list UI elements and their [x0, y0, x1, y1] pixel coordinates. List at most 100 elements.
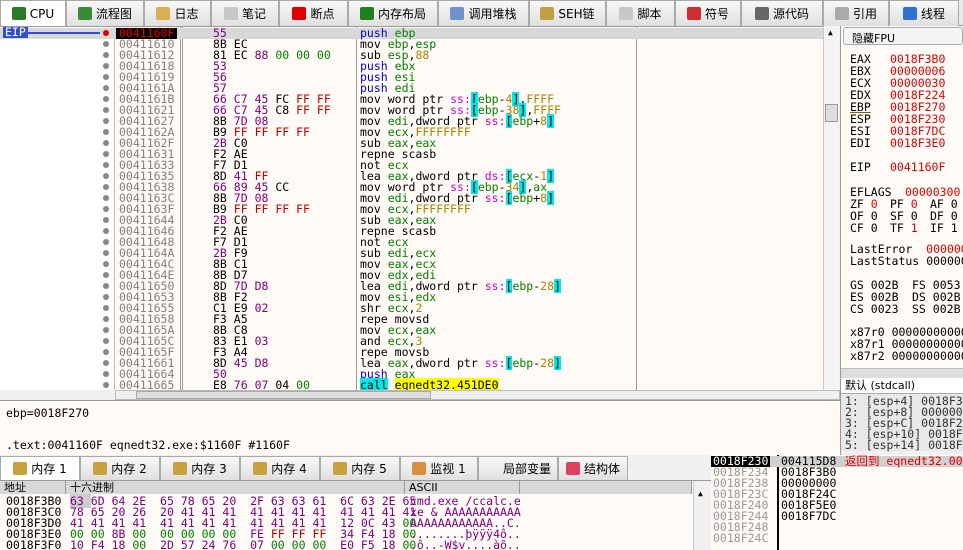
byte[interactable]: 57 — [181, 538, 202, 550]
breakpoint-dot[interactable] — [103, 63, 109, 69]
disassembly-horizontal-scrollbar[interactable] — [115, 390, 840, 400]
byte[interactable]: 18 — [382, 538, 403, 550]
breakpoint-dot[interactable] — [103, 371, 109, 377]
register-value[interactable]: 0018F3E0 — [890, 136, 945, 150]
segment-cs[interactable]: CS 0023 — [850, 303, 912, 315]
stack-view[interactable]: 0018F230 004115D8 返回到 eqnedt32.00 0018F234 0… — [711, 455, 963, 550]
breakpoint-dot[interactable] — [103, 316, 109, 322]
breakpoint-dot[interactable] — [103, 239, 109, 245]
breakpoint-dot[interactable] — [103, 140, 109, 146]
byte[interactable]: 07 — [250, 538, 271, 550]
byte[interactable]: 00 — [271, 538, 292, 550]
hide-fpu-button[interactable]: 隐藏FPU — [843, 27, 963, 45]
tab-dump-7[interactable]: 局部变量 — [478, 456, 558, 480]
byte[interactable]: 76 — [222, 538, 250, 550]
tab-dump-4[interactable]: 内存 4 — [240, 456, 320, 480]
breakpoint-dot[interactable] — [103, 85, 109, 91]
tab-seh[interactable]: SEH链 — [529, 0, 606, 26]
breakpoint-dot[interactable] — [103, 173, 109, 179]
breakpoint-dot[interactable] — [103, 107, 109, 113]
breakpoint-dot[interactable] — [103, 129, 109, 135]
breakpoint-dot[interactable] — [103, 30, 109, 36]
breakpoint-dot[interactable] — [103, 283, 109, 289]
breakpoint-dot[interactable] — [103, 52, 109, 58]
scroll-thumb[interactable] — [825, 104, 838, 122]
register-eip[interactable]: EIP 0041160F — [850, 161, 945, 173]
breakpoint-dot[interactable] — [103, 195, 109, 201]
bytes: E8 76 07 04 00 — [213, 379, 310, 390]
byte[interactable]: 2D — [160, 538, 181, 550]
tab-dump-6[interactable]: 监视 1 — [400, 456, 478, 480]
breakpoint-dot[interactable] — [103, 349, 109, 355]
segment-ss[interactable]: SS 002B — [912, 303, 963, 315]
breakpoint-dot[interactable] — [103, 327, 109, 333]
tab-notes[interactable]: 笔记 — [211, 0, 279, 26]
byte[interactable]: F5 — [361, 538, 382, 550]
register-value[interactable]: 0041160F — [890, 160, 945, 174]
breakpoint-dot[interactable] — [103, 217, 109, 223]
tab-log[interactable]: 日志 — [144, 0, 211, 26]
breakpoint-dot[interactable] — [103, 228, 109, 234]
byte[interactable]: 00 — [312, 538, 340, 550]
breakpoint-dot[interactable] — [103, 41, 109, 47]
call-target[interactable]: eqnedt32.451DE0 — [394, 378, 499, 390]
tab-dump-5[interactable]: 内存 5 — [320, 456, 400, 480]
tab-dump-8[interactable]: 结构体 — [558, 456, 628, 480]
breakpoint-dot[interactable] — [103, 162, 109, 168]
breakpoint-dot[interactable] — [103, 338, 109, 344]
disasm-row[interactable]: 00411665 E8 76 07 04 00 call eqnedt32.451D… — [0, 378, 823, 390]
tab-search[interactable]: 引用 — [823, 0, 889, 26]
calling-convention-select[interactable]: 默认 (stdcall) — [841, 378, 963, 394]
tab-dump-1[interactable]: 内存 1 — [0, 456, 80, 480]
dump-row[interactable]: 0018F3F0 10 F4 18 00 2D 57 24 76 07 00 00… — [0, 538, 693, 550]
breakpoint-dot[interactable] — [103, 206, 109, 212]
breakpoint-dot[interactable] — [103, 96, 109, 102]
stack-row[interactable]: 0018F24C — [711, 532, 963, 544]
tab-dump-2[interactable]: 内存 2 — [80, 456, 160, 480]
locals-icon — [485, 462, 499, 475]
byte[interactable]: 00 — [292, 538, 313, 550]
tab-symbol[interactable]: 符号 — [675, 0, 741, 26]
breakpoint-dot[interactable] — [103, 294, 109, 300]
tab-cpu[interactable]: CPU — [0, 0, 66, 26]
x87-register[interactable]: x87r2 0000000000000000 — [850, 350, 963, 362]
tab-call-stack[interactable]: 调用堆栈 — [438, 0, 529, 26]
tab-dump-3[interactable]: 内存 3 — [160, 456, 240, 480]
breakpoint-dot[interactable] — [103, 151, 109, 157]
tab-thread[interactable]: 线程 — [889, 0, 959, 26]
breakpoint-dot[interactable] — [103, 74, 109, 80]
byte[interactable]: F4 — [91, 538, 112, 550]
breakpoint-dot[interactable] — [103, 305, 109, 311]
tab-source[interactable]: 源代码 — [741, 0, 823, 26]
flag-value[interactable]: 1 — [911, 221, 918, 235]
byte[interactable]: 18 — [112, 538, 133, 550]
tab-tree[interactable]: 流程图 — [66, 0, 144, 26]
scroll-thumb[interactable] — [136, 391, 431, 399]
flag-tf[interactable]: TF 1 — [890, 222, 930, 234]
breakpoint-dot[interactable] — [103, 261, 109, 267]
registers-horizontal-scrollbar[interactable] — [841, 368, 963, 378]
dump-scrollbar[interactable]: ▲ — [693, 481, 711, 550]
disassembly-vertical-scrollbar[interactable]: ▲ — [823, 26, 839, 390]
register-edi[interactable]: EDI 0018F3E0 — [850, 137, 945, 149]
breakpoint-dot[interactable] — [103, 250, 109, 256]
flag-value[interactable]: 1 — [951, 221, 958, 235]
byte[interactable]: 10 — [70, 538, 91, 550]
flag-if[interactable]: IF 1 — [930, 222, 963, 234]
breakpoint-dot[interactable] — [103, 118, 109, 124]
byte[interactable]: E0 — [340, 538, 361, 550]
flag-cf[interactable]: CF 0 — [850, 222, 890, 234]
tab-script[interactable]: 脚本 — [606, 0, 675, 26]
breakpoint-dot[interactable] — [103, 184, 109, 190]
memory-dump-view[interactable]: 地址 十六进制 ASCII ▲ 0018F3B0 63 6D 64 2E 65 7… — [0, 480, 711, 550]
byte[interactable]: 24 — [202, 538, 223, 550]
byte[interactable]: 00 — [132, 538, 160, 550]
tab-memory-map[interactable]: 内存布局 — [348, 0, 438, 26]
breakpoint-dot[interactable] — [103, 272, 109, 278]
breakpoint-dot[interactable] — [103, 382, 109, 388]
disassembly-view[interactable]: 0041160F 55 push ebp 00411610 8B EC mov ebp,e… — [0, 26, 823, 390]
scroll-up-icon[interactable]: ▲ — [828, 28, 833, 37]
flag-value[interactable]: 0 — [871, 221, 878, 235]
tab-breakpoint[interactable]: 断点 — [279, 0, 348, 26]
breakpoint-dot[interactable] — [103, 360, 109, 366]
